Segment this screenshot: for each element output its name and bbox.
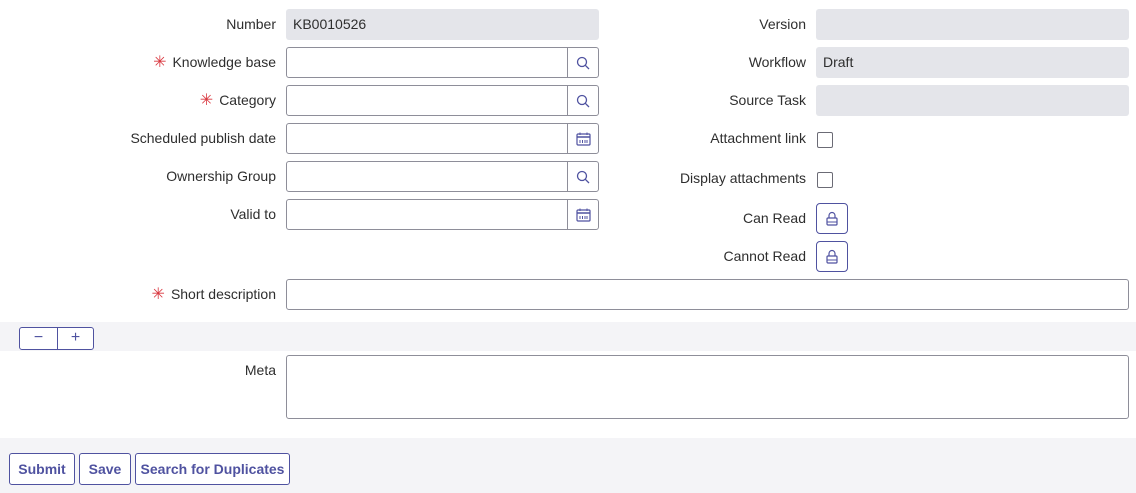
meta-textarea[interactable] — [286, 355, 1129, 419]
calendar-icon[interactable] — [567, 124, 598, 153]
attachment-link-label: Attachment link — [710, 130, 806, 146]
label-text: Category — [219, 92, 276, 108]
display-attachments-checkbox[interactable] — [817, 172, 833, 188]
version-label: Version — [759, 16, 806, 32]
lock-icon — [826, 249, 838, 264]
zoom-in-button[interactable]: + — [58, 328, 93, 349]
ownership-group-input[interactable] — [286, 161, 599, 192]
submit-button[interactable]: Submit — [9, 453, 75, 485]
label-text: Short description — [170, 286, 276, 302]
can-read-label: Can Read — [742, 210, 806, 226]
knowledge-base-input[interactable] — [286, 47, 599, 78]
category-label: ✳ Category — [0, 85, 276, 116]
short-description-label: ✳ Short description — [0, 279, 276, 310]
workflow-label: Workflow — [748, 54, 806, 70]
workflow-field: Draft — [816, 47, 1129, 78]
required-icon: ✳ — [199, 92, 214, 109]
search-icon[interactable] — [567, 48, 598, 77]
lock-icon — [826, 211, 838, 226]
knowledge-base-label: ✳ Knowledge base — [0, 47, 276, 78]
search-for-duplicates-button[interactable]: Search for Duplicates — [135, 453, 290, 485]
zoom-out-button[interactable]: − — [20, 328, 58, 349]
source-task-label: Source Task — [729, 92, 806, 108]
meta-label: Meta — [244, 362, 276, 378]
number-label: Number — [226, 16, 276, 32]
save-button[interactable]: Save — [79, 453, 131, 485]
number-field: KB0010526 — [286, 9, 599, 40]
editor-toolbar — [0, 322, 1136, 351]
source-task-field — [816, 85, 1129, 116]
calendar-icon[interactable] — [567, 200, 598, 229]
zoom-controls: − + — [19, 327, 94, 350]
attachment-link-checkbox[interactable] — [817, 132, 833, 148]
ownership-group-label: Ownership Group — [166, 168, 276, 184]
cannot-read-label: Cannot Read — [723, 248, 806, 264]
required-icon: ✳ — [151, 286, 165, 303]
category-input[interactable] — [286, 85, 599, 116]
short-description-input[interactable] — [286, 279, 1129, 310]
valid-to-label: Valid to — [230, 206, 276, 222]
scheduled-publish-date-input[interactable] — [286, 123, 599, 154]
label-text: Knowledge base — [172, 54, 276, 70]
version-field — [816, 9, 1129, 40]
scheduled-publish-date-label: Scheduled publish date — [130, 130, 276, 146]
search-icon[interactable] — [567, 86, 598, 115]
required-icon: ✳ — [153, 54, 167, 71]
can-read-lock-button[interactable] — [816, 203, 848, 234]
cannot-read-lock-button[interactable] — [816, 241, 848, 272]
search-icon[interactable] — [567, 162, 598, 191]
display-attachments-label: Display attachments — [679, 170, 806, 186]
valid-to-input[interactable] — [286, 199, 599, 230]
